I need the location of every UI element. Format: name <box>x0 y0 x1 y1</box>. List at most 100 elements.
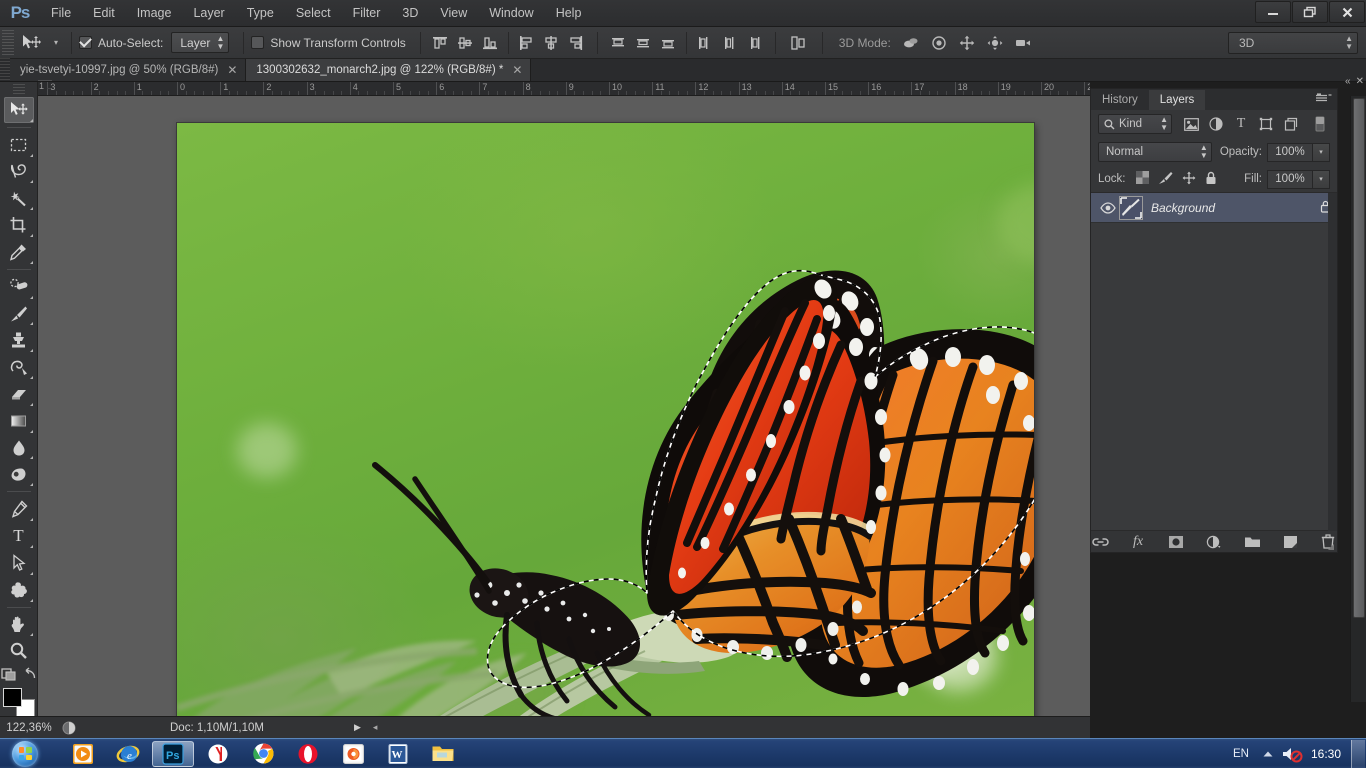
menu-view[interactable]: View <box>429 0 478 27</box>
tab-layers[interactable]: Layers <box>1148 90 1206 110</box>
taskbar-item-yandex-browser[interactable] <box>197 741 239 767</box>
path-selection-tool[interactable] <box>4 550 34 576</box>
workspace-switcher[interactable]: 3D ▲ ▼ <box>1228 31 1358 54</box>
document-canvas[interactable] <box>177 123 1034 718</box>
distribute-top-edges-icon[interactable] <box>606 31 631 55</box>
distribute-right-edges-icon[interactable] <box>742 31 767 55</box>
lock-transparent-pixels-icon[interactable] <box>1135 171 1149 187</box>
filter-pixel-layers-icon[interactable] <box>1181 114 1201 134</box>
clone-stamp-tool[interactable] <box>4 327 34 353</box>
align-left-edges-icon[interactable] <box>514 31 539 55</box>
move-tool[interactable] <box>3 96 34 123</box>
filter-toggle-switch-icon[interactable] <box>1310 114 1330 134</box>
layer-row-background[interactable]: Background <box>1091 193 1337 223</box>
auto-select-scope-dropdown[interactable]: Layer ▲ ▼ <box>171 32 230 53</box>
restore-button[interactable] <box>1292 1 1328 23</box>
close-icon[interactable]: ✕ <box>1356 76 1364 87</box>
fill-control[interactable]: 100% ▾ <box>1267 169 1330 189</box>
menu-layer[interactable]: Layer <box>182 0 235 27</box>
align-horizontal-centers-icon[interactable] <box>539 31 564 55</box>
taskbar-item-microsoft-word[interactable]: W <box>377 741 419 767</box>
new-adjustment-layer-icon[interactable] <box>1205 533 1223 551</box>
distribute-left-edges-icon[interactable] <box>692 31 717 55</box>
layer-name[interactable]: Background <box>1151 201 1215 215</box>
menu-select[interactable]: Select <box>285 0 342 27</box>
blend-mode-dropdown[interactable]: Normal ▲ ▼ <box>1098 142 1212 162</box>
volume-muted-icon[interactable] <box>1279 745 1305 763</box>
panel-menu-icon[interactable] <box>1316 93 1332 103</box>
fill-stepper-icon[interactable]: ▾ <box>1313 169 1330 189</box>
tab-history[interactable]: History <box>1091 90 1149 110</box>
change-screen-mode-icon[interactable] <box>22 667 37 684</box>
pan-3d-object-icon[interactable] <box>955 31 980 55</box>
eyedropper-tool[interactable] <box>4 239 34 265</box>
document-tab-1[interactable]: yie-tsvetyi-10997.jpg @ 50% (RGB/8#) ✕ <box>10 59 247 81</box>
crop-tool[interactable] <box>4 212 34 238</box>
dodge-tool[interactable] <box>4 461 34 487</box>
rectangular-marquee-tool[interactable] <box>4 132 34 158</box>
lock-position-icon[interactable] <box>1182 171 1196 188</box>
panel-resize-handle[interactable]: ◢ <box>1328 542 1334 551</box>
new-layer-icon[interactable] <box>1281 533 1299 551</box>
close-icon[interactable]: ✕ <box>512 63 522 77</box>
menu-type[interactable]: Type <box>236 0 285 27</box>
auto-select-checkbox[interactable] <box>79 36 92 49</box>
taskbar-item-google-chrome[interactable] <box>242 741 284 767</box>
eye-icon[interactable] <box>1097 201 1119 214</box>
zoom-tool[interactable] <box>4 638 34 664</box>
taskbar-item-opera-browser[interactable] <box>287 741 329 767</box>
opacity-stepper-icon[interactable]: ▾ <box>1313 142 1330 162</box>
edit-in-quick-mask-mode-icon[interactable] <box>0 667 18 684</box>
document-profile-icon[interactable] <box>58 721 80 735</box>
magic-wand-tool[interactable] <box>4 185 34 211</box>
start-button[interactable] <box>2 740 48 768</box>
add-layer-style-icon[interactable]: fx <box>1129 533 1147 551</box>
rotate-3d-object-icon[interactable] <box>899 31 924 55</box>
type-tool[interactable]: T <box>4 523 34 549</box>
canvas-area[interactable] <box>38 96 1090 718</box>
auto-align-layers-icon[interactable] <box>784 31 812 55</box>
show-hidden-icons-icon[interactable] <box>1257 750 1279 758</box>
foreground-color-swatch[interactable] <box>2 688 22 708</box>
status-resize-handle[interactable]: ◂ <box>373 722 378 733</box>
custom-shape-tool[interactable] <box>4 577 34 603</box>
align-bottom-edges-icon[interactable] <box>478 31 503 55</box>
layer-thumbnail[interactable] <box>1119 195 1143 220</box>
healing-brush-tool[interactable] <box>4 274 34 300</box>
collapse-to-icons-icon[interactable]: « <box>1345 76 1351 87</box>
status-menu-arrow-icon[interactable]: ▶ <box>354 722 361 733</box>
lock-image-pixels-icon[interactable] <box>1158 171 1173 188</box>
menu-help[interactable]: Help <box>545 0 593 27</box>
menu-window[interactable]: Window <box>478 0 544 27</box>
filter-shape-layers-icon[interactable] <box>1256 114 1276 134</box>
menu-file[interactable]: File <box>40 0 82 27</box>
taskbar-item-adobe-photoshop[interactable]: Ps <box>152 740 194 767</box>
align-top-edges-icon[interactable] <box>428 31 453 55</box>
gradient-tool[interactable] <box>4 408 34 434</box>
show-desktop-button[interactable] <box>1351 739 1365 768</box>
align-right-edges-icon[interactable] <box>564 31 589 55</box>
toolbox-grip[interactable] <box>12 84 25 94</box>
taskbar-item-windows-explorer[interactable] <box>422 741 464 767</box>
distribute-vertical-centers-icon[interactable] <box>631 31 656 55</box>
fill-value[interactable]: 100% <box>1267 169 1313 189</box>
show-transform-controls-checkbox[interactable] <box>251 36 265 49</box>
taskbar-item-windows-media-player[interactable] <box>62 741 104 767</box>
distribute-bottom-edges-icon[interactable] <box>656 31 681 55</box>
scale-3d-object-icon[interactable] <box>1011 31 1036 55</box>
opacity-value[interactable]: 100% <box>1267 142 1313 162</box>
taskbar-item-image-viewer[interactable] <box>332 741 374 767</box>
zoom-level-field[interactable]: 122,36% <box>0 722 58 734</box>
link-layers-icon[interactable] <box>1091 533 1109 551</box>
clock[interactable]: 16:30 <box>1305 747 1351 761</box>
tool-preset-caret-icon[interactable]: ▾ <box>48 38 64 47</box>
menu-edit[interactable]: Edit <box>82 0 126 27</box>
menu-filter[interactable]: Filter <box>342 0 392 27</box>
pen-tool[interactable] <box>4 496 34 522</box>
distribute-horizontal-centers-icon[interactable] <box>717 31 742 55</box>
hand-tool[interactable] <box>4 612 34 638</box>
document-tab-2[interactable]: 1300302632_monarch2.jpg @ 122% (RGB/8#) … <box>246 59 532 81</box>
menu-image[interactable]: Image <box>126 0 183 27</box>
horizontal-ruler[interactable]: 3210123456789101112131415161718192021 <box>38 82 1090 96</box>
add-layer-mask-icon[interactable] <box>1167 533 1185 551</box>
